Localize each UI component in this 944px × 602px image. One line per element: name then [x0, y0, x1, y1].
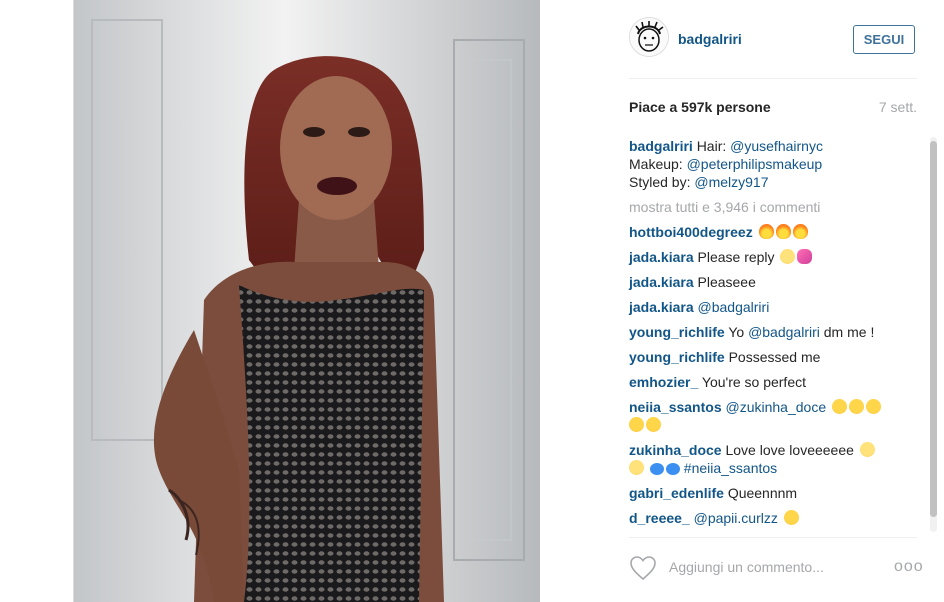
- like-heart-icon[interactable]: [629, 555, 657, 581]
- heart-eyes-emoji-icon: [832, 399, 848, 414]
- comment-username[interactable]: emhozier_: [629, 374, 698, 390]
- fire-emoji-icon: [792, 224, 808, 239]
- post-photo[interactable]: [73, 0, 541, 602]
- avatar[interactable]: [629, 17, 669, 57]
- caption-line-1: badgalriri Hair: @yusefhairnyc: [629, 137, 823, 155]
- blue-heart-emoji-icon: [665, 463, 680, 475]
- caption-username[interactable]: badgalriri: [629, 138, 693, 154]
- comment-text: Pleaseee: [697, 274, 756, 290]
- comment-username[interactable]: young_richlife: [629, 349, 725, 365]
- divider: [629, 78, 917, 79]
- heart-eyes-emoji-icon: [783, 510, 799, 525]
- caption-text: Styled by:: [629, 174, 691, 190]
- comment: jada.kiara Please reply: [629, 248, 813, 266]
- divider: [629, 537, 917, 538]
- caption-text: Hair:: [696, 138, 727, 154]
- comment-username[interactable]: jada.kiara: [629, 274, 694, 290]
- comment: d_reeee_ @papii.curlzz: [629, 509, 799, 527]
- mention-link[interactable]: @badgalriri: [698, 299, 770, 315]
- heart-eyes-emoji-icon: [849, 399, 865, 414]
- comment-username[interactable]: hottboi400degreez: [629, 224, 753, 240]
- scrollbar-thumb[interactable]: [930, 141, 937, 517]
- comment-username[interactable]: d_reeee_: [629, 510, 690, 526]
- post-side-panel: badgalriri SEGUI Piace a 597k persone 7 …: [540, 0, 944, 602]
- fire-emoji-icon: [775, 224, 791, 239]
- heart-eyes-emoji-icon: [646, 417, 661, 432]
- comment-username[interactable]: jada.kiara: [629, 299, 694, 315]
- comment: emhozier_ You're so perfect: [629, 373, 806, 391]
- post-username[interactable]: badgalriri: [678, 31, 742, 47]
- comment: zukinha_doce Love love loveeeeee: [629, 441, 875, 459]
- heart-icon: [630, 556, 656, 581]
- comment-username[interactable]: zukinha_doce: [629, 442, 722, 458]
- mention-link[interactable]: @yusefhairnyc: [730, 138, 823, 154]
- comment-username[interactable]: jada.kiara: [629, 249, 694, 265]
- comment: jada.kiara Pleaseee: [629, 273, 756, 291]
- wink-emoji-icon: [859, 442, 875, 457]
- likes-count[interactable]: Piace a 597k persone: [629, 99, 771, 115]
- fire-emoji-icon: [758, 224, 774, 239]
- pink-hearts-emoji-icon: [797, 249, 813, 264]
- comment: gabri_edenlife Queennnm: [629, 484, 797, 502]
- mention-link[interactable]: @papii.curlzz: [694, 510, 778, 526]
- comment-text: Possessed me: [728, 349, 821, 365]
- wink-emoji-icon: [629, 460, 644, 475]
- blue-heart-emoji-icon: [649, 463, 664, 475]
- heart-eyes-emoji-icon: [629, 417, 644, 432]
- post-header: badgalriri SEGUI: [629, 17, 917, 63]
- comment-text: You're so perfect: [701, 374, 807, 390]
- add-comment-input[interactable]: Aggiungi un commento...: [669, 559, 824, 575]
- hashtag-link[interactable]: #neiia_ssantos: [684, 460, 777, 476]
- caption-line-2: Makeup: @peterphilipsmakeup: [629, 155, 822, 173]
- page-margin: [0, 0, 73, 602]
- post-time[interactable]: 7 sett.: [879, 99, 917, 115]
- heart-eyes-emoji-icon: [866, 399, 882, 414]
- flushed-emoji-icon: [780, 249, 796, 264]
- caption-line-3: Styled by: @melzy917: [629, 173, 769, 191]
- comment-text: Please reply: [697, 249, 775, 265]
- comment-continuation: #neiia_ssantos: [629, 459, 777, 477]
- mention-link[interactable]: @zukinha_doce: [726, 399, 827, 415]
- show-all-comments-link[interactable]: mostra tutti e 3,946 i commenti: [629, 198, 820, 216]
- comment: neiia_ssantos @zukinha_doce: [629, 398, 882, 416]
- mention-link[interactable]: @peterphilipsmakeup: [687, 156, 823, 172]
- comment-username[interactable]: young_richlife: [629, 324, 725, 340]
- more-options-icon[interactable]: ooo: [894, 558, 924, 576]
- comment-text: Love love loveeeeee: [725, 442, 854, 458]
- post-photo-image: [74, 0, 540, 602]
- avatar-icon: [630, 18, 668, 56]
- comment: young_richlife Possessed me: [629, 348, 820, 366]
- comment-text: Queennnm: [727, 485, 798, 501]
- mention-link[interactable]: @melzy917: [694, 174, 768, 190]
- comments-scrollbar[interactable]: [930, 137, 937, 532]
- comment-text: Yo: [728, 324, 745, 340]
- caption-text: Makeup:: [629, 156, 683, 172]
- mention-link[interactable]: @badgalriri: [748, 324, 820, 340]
- comment-username[interactable]: neiia_ssantos: [629, 399, 722, 415]
- comment-username[interactable]: gabri_edenlife: [629, 485, 724, 501]
- comment-continuation: [629, 416, 661, 434]
- comment: hottboi400degreez: [629, 223, 808, 241]
- comment: young_richlife Yo @badgalriri dm me !: [629, 323, 874, 341]
- comment: jada.kiara @badgalriri: [629, 298, 769, 316]
- comment-text: dm me !: [823, 324, 875, 340]
- follow-button[interactable]: SEGUI: [853, 25, 915, 54]
